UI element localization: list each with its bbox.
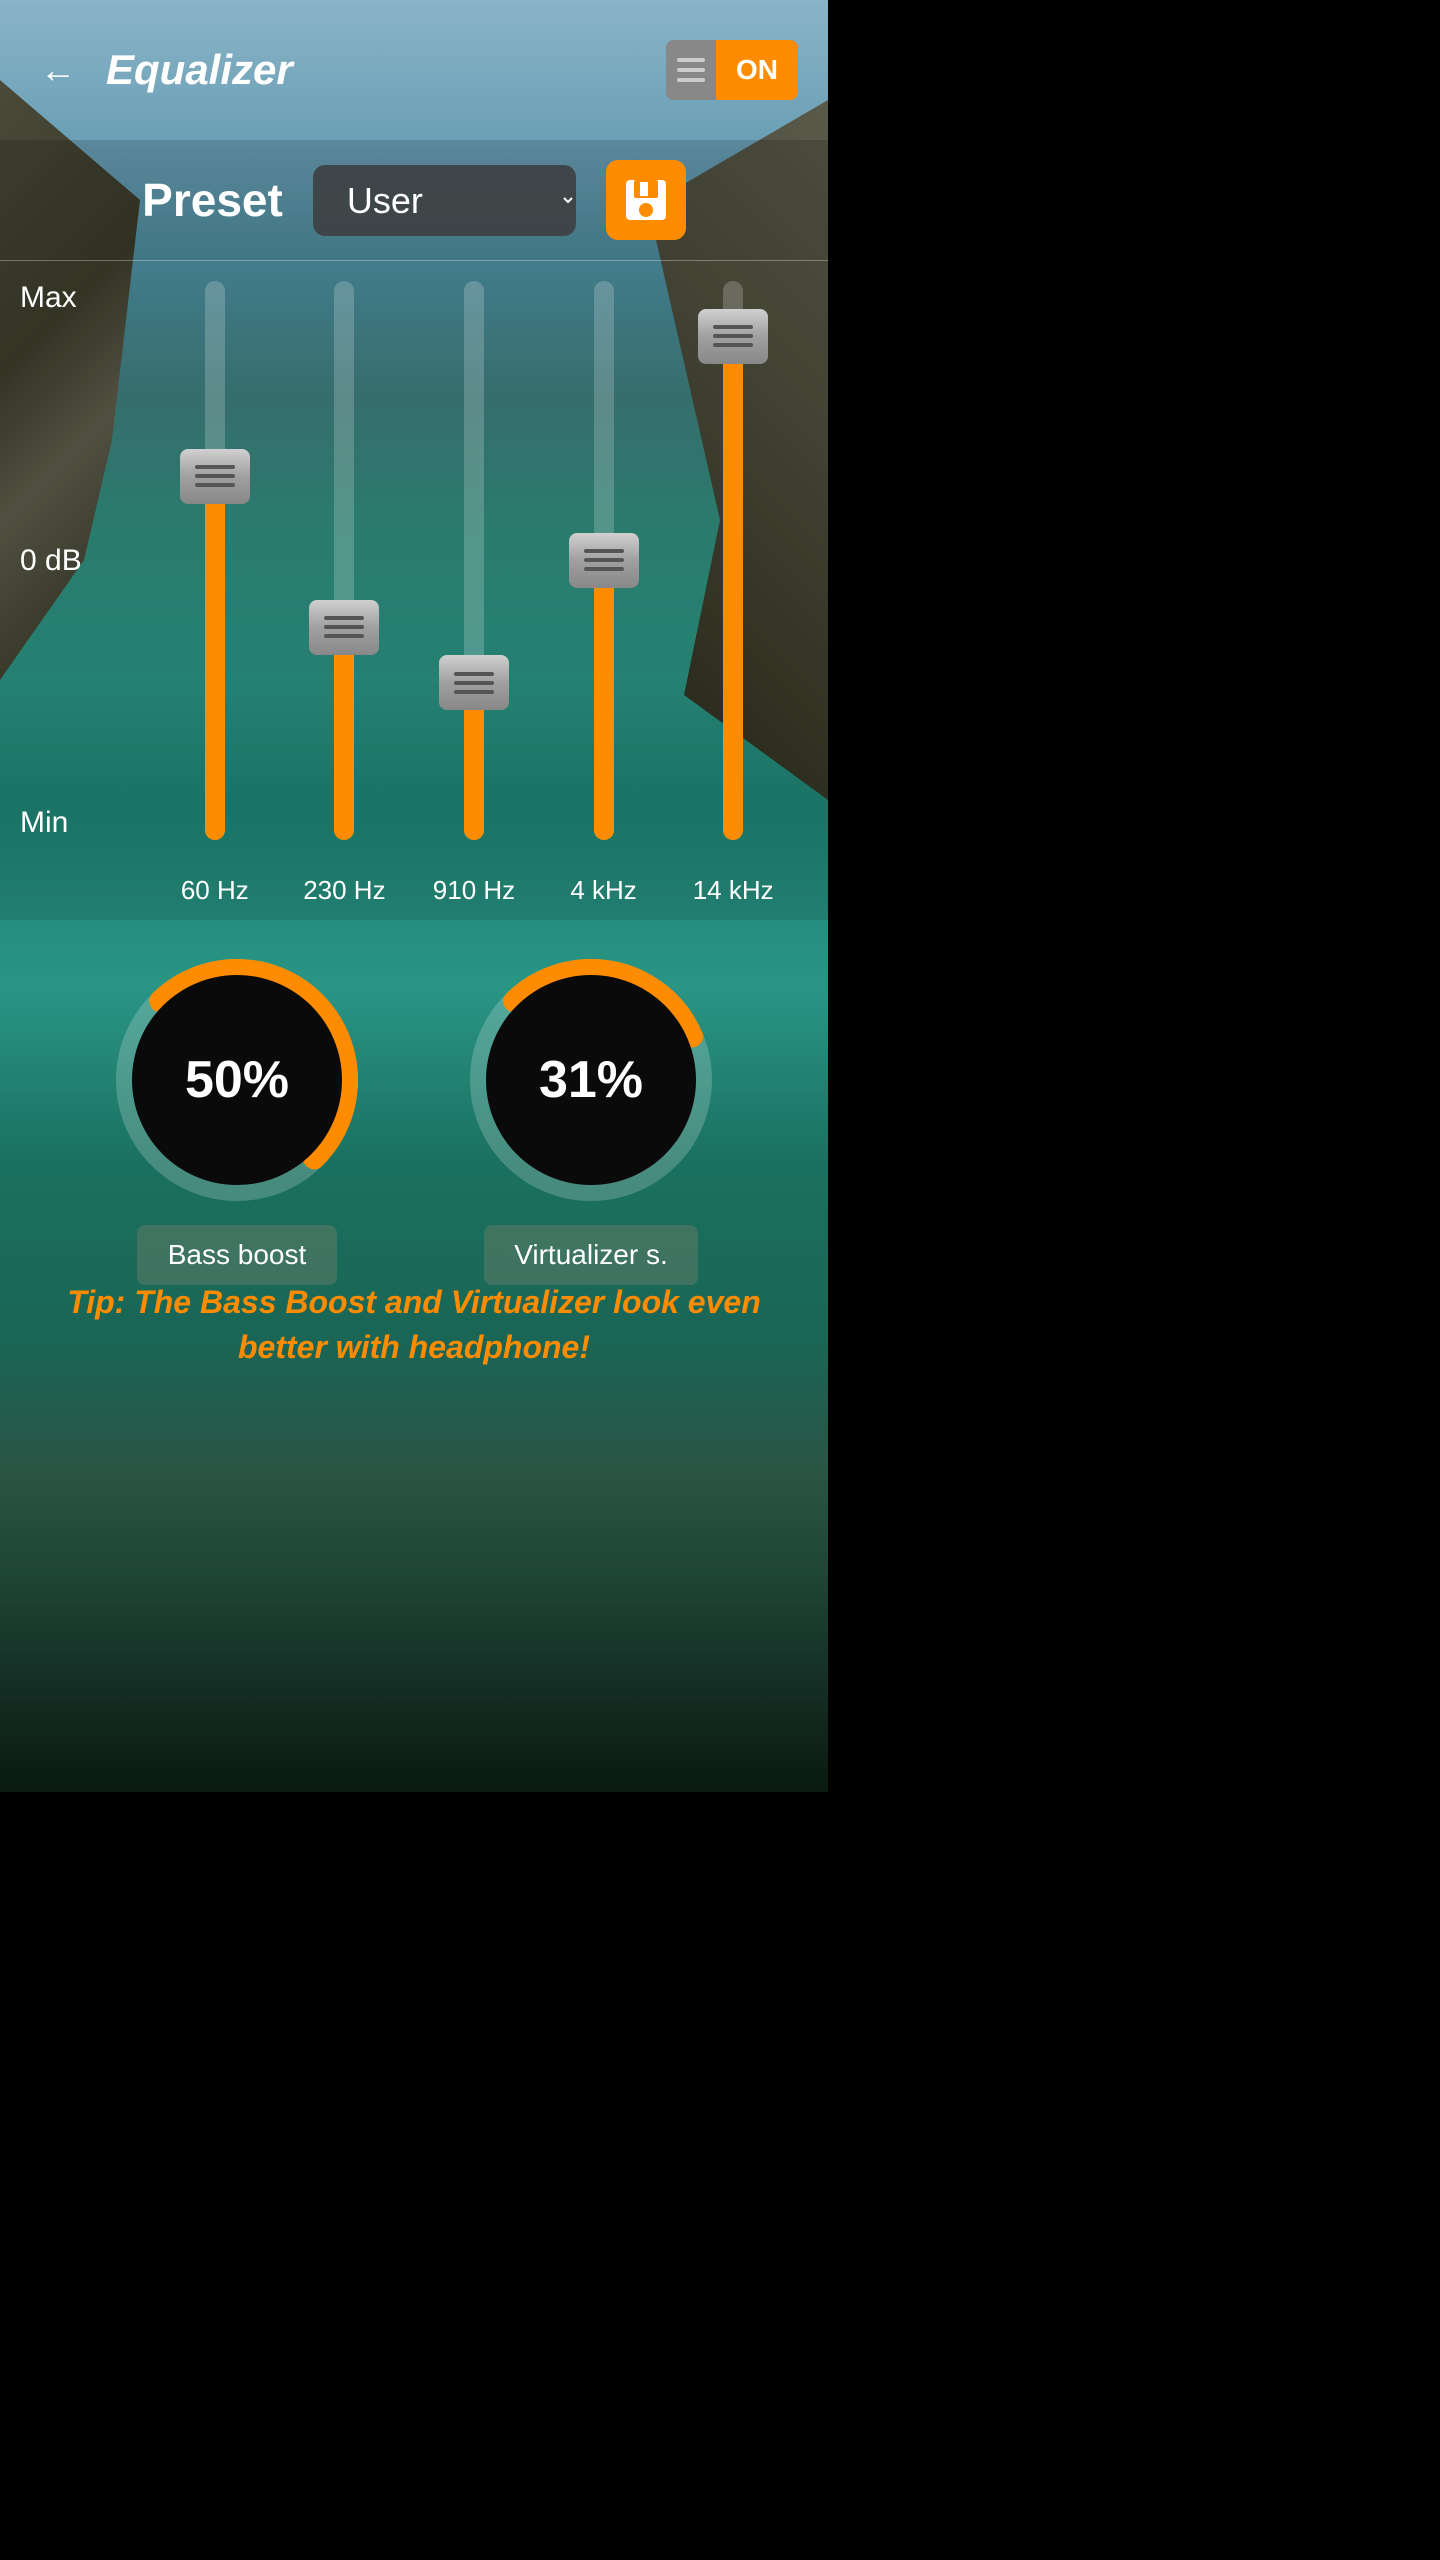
tip-section: Tip: The Bass Boost and Virtualizer look…: [0, 1280, 828, 1370]
handle-lines: [454, 672, 494, 694]
toggle-on-label: ON: [716, 40, 798, 100]
save-icon: [622, 176, 670, 224]
tip-text: Tip: The Bass Boost and Virtualizer look…: [60, 1280, 768, 1370]
handle-lines: [195, 465, 235, 487]
slider-handle-910hz[interactable]: [439, 655, 509, 710]
header: ← Equalizer ON: [0, 0, 828, 140]
slider-track-60hz: [205, 281, 225, 840]
slider-handle-14khz[interactable]: [698, 309, 768, 364]
slider-fill-60hz: [205, 477, 225, 840]
max-label: Max: [20, 281, 120, 315]
bass-boost-label: Bass boost: [137, 1225, 337, 1285]
bass-boost-percent: 50%: [185, 1050, 289, 1110]
freq-label-14khz: 14 kHz: [683, 875, 783, 906]
freq-label-60hz: 60 Hz: [165, 875, 265, 906]
eq-axis-labels: Max 0 dB Min: [0, 261, 120, 860]
handle-lines: [713, 325, 753, 347]
bass-boost-dial-container: 50% Bass boost: [107, 950, 367, 1285]
slider-fill-4khz: [594, 561, 614, 841]
toggle-bars-icon: [666, 40, 716, 100]
slider-230hz[interactable]: [294, 281, 394, 840]
page-title: Equalizer: [106, 46, 666, 94]
virtualizer-percent: 31%: [539, 1050, 643, 1110]
handle-lines: [584, 549, 624, 571]
freq-label-4khz: 4 kHz: [554, 875, 654, 906]
preset-row: Preset User Flat Bass Boost Classical Po…: [0, 140, 828, 260]
handle-lines: [324, 616, 364, 638]
slider-60hz[interactable]: [165, 281, 265, 840]
virtualizer-dial-inner: 31%: [486, 975, 696, 1185]
sliders-container: [120, 261, 828, 860]
bass-boost-dial[interactable]: 50%: [107, 950, 367, 1210]
slider-handle-230hz[interactable]: [309, 600, 379, 655]
slider-handle-4khz[interactable]: [569, 533, 639, 588]
slider-4khz[interactable]: [554, 281, 654, 840]
min-label: Min: [20, 806, 120, 840]
bass-boost-dial-inner: 50%: [132, 975, 342, 1185]
virtualizer-dial[interactable]: 31%: [461, 950, 721, 1210]
slider-track-14khz: [723, 281, 743, 840]
zero-db-label: 0 dB: [20, 544, 120, 578]
freq-label-230hz: 230 Hz: [294, 875, 394, 906]
slider-track-910hz: [464, 281, 484, 840]
slider-track-4khz: [594, 281, 614, 840]
back-button[interactable]: ←: [30, 39, 86, 101]
equalizer-toggle[interactable]: ON: [666, 40, 798, 100]
slider-fill-230hz: [334, 628, 354, 840]
preset-label: Preset: [142, 173, 283, 227]
dials-section: 50% Bass boost 31% Virtualizer s.: [0, 920, 828, 1315]
virtualizer-dial-container: 31% Virtualizer s.: [461, 950, 721, 1285]
equalizer-section: Max 0 dB Min: [0, 260, 828, 920]
virtualizer-label: Virtualizer s.: [484, 1225, 698, 1285]
slider-track-230hz: [334, 281, 354, 840]
frequency-labels: 60 Hz 230 Hz 910 Hz 4 kHz 14 kHz: [120, 860, 828, 920]
slider-handle-60hz[interactable]: [180, 449, 250, 504]
slider-fill-14khz: [723, 337, 743, 840]
slider-14khz[interactable]: [683, 281, 783, 840]
preset-dropdown[interactable]: User Flat Bass Boost Classical Pop Rock: [313, 165, 576, 236]
save-button[interactable]: [606, 160, 686, 240]
freq-label-910hz: 910 Hz: [424, 875, 524, 906]
slider-910hz[interactable]: [424, 281, 524, 840]
